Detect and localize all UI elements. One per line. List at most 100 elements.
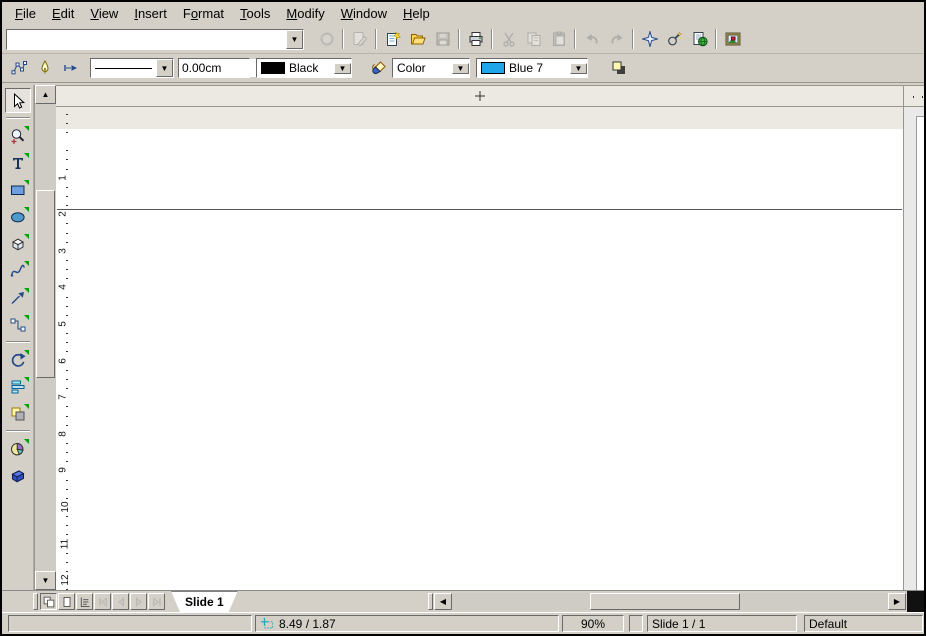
scroll-left-button[interactable]: ◀ [434,593,452,610]
vertical-scroll-track[interactable] [35,104,56,571]
paste-icon [551,31,567,47]
tool-lines-arrows-button[interactable] [5,285,31,310]
app-window: { "menu_bar": { "items": [ {"name":"file… [0,0,926,636]
pen-icon [37,60,53,76]
edit-points-button[interactable] [6,56,31,80]
tool-objects-3d-button[interactable] [5,231,31,256]
status-zoom-field[interactable]: 90% [562,615,624,632]
ruler-origin-icon [473,89,487,103]
save-icon [435,31,451,47]
horizontal-scroll-track[interactable] [452,593,888,610]
shadow-button[interactable] [606,56,631,80]
tool-rotate-button[interactable] [5,347,31,372]
v-ruler-number: 10 [60,501,71,512]
horizontal-scroll-thumb[interactable] [590,593,740,610]
toolbox-separator [6,117,30,119]
slide-title-text[interactable]: Hello, World. [917,477,924,551]
v-ruler-number: 5 [57,321,68,327]
window-resize-corner[interactable] [907,591,924,612]
gallery-button[interactable] [720,27,745,51]
line-width-spinbox[interactable]: ▲ ▼ [178,58,250,78]
new-document-button[interactable] [380,27,405,51]
tool-rectangle-button[interactable] [5,177,31,202]
tool-alignment-button[interactable] [5,374,31,399]
horizontal-scrollbar[interactable]: ◀ ▶ [434,591,906,612]
toolbar-separator [458,29,460,49]
status-message-field [8,615,252,632]
menu-window[interactable]: Window [333,3,395,24]
cursor-position: 8.49 / 1.87 [279,617,336,631]
line-button[interactable] [32,56,57,80]
horizontal-ruler[interactable]: 123456789101112131415161718192021 [904,85,924,107]
area-fill-button[interactable] [366,56,391,80]
object-toolbar: ▼ ▲ ▼ Black ▼ Color ▼ Blue 7 ▼ [2,54,924,83]
nav-first-icon [97,596,109,608]
print-button[interactable] [463,27,488,51]
line-style-dropdown-button[interactable]: ▼ [156,59,173,77]
area-color-dropdown-button[interactable]: ▼ [570,63,587,74]
vertical-scroll-thumb[interactable] [36,190,55,378]
hyperlink-button[interactable] [687,27,712,51]
nav-prev-icon [115,596,127,608]
view-layer-icon [79,596,91,608]
document-globe-icon [692,31,708,47]
drawing-canvas[interactable]: Hello, World. [904,107,924,590]
menu-format[interactable]: Format [175,3,232,24]
open-button[interactable] [405,27,430,51]
vertical-scrollbar[interactable]: ▲ ▼ [34,85,56,590]
view-slide-button[interactable] [40,593,57,610]
scrollbar-splitter[interactable] [428,593,433,610]
vertical-ruler[interactable]: 123456789101112 [56,107,904,590]
shadow-icon [611,60,627,76]
open-folder-icon [410,31,426,47]
load-url-combo[interactable]: ▼ [6,29,304,50]
line-color-dropdown-button[interactable]: ▼ [334,63,351,74]
menu-view[interactable]: View [82,3,126,24]
menu-tools[interactable]: Tools [232,3,278,24]
scroll-up-button[interactable]: ▲ [35,85,56,104]
tool-curve-button[interactable] [5,258,31,283]
view-layer-button[interactable] [76,593,93,610]
submenu-flag [24,180,29,185]
scroll-down-button[interactable]: ▼ [35,571,56,590]
menu-insert[interactable]: Insert [126,3,175,24]
tool-text-button[interactable] [5,150,31,175]
area-style-dropdown-button[interactable]: ▼ [452,63,469,74]
undo-button [579,27,604,51]
load-url-input[interactable] [7,30,286,49]
tool-zoom-button[interactable] [5,123,31,148]
line-color-combo[interactable]: Black ▼ [256,58,352,78]
previous-slide-button [112,593,129,610]
tool-arrange-button[interactable] [5,401,31,426]
ruler-origin-corner[interactable] [56,85,904,107]
tool-effects-3d-button[interactable] [5,463,31,488]
zoom-button[interactable] [662,27,687,51]
menu-modify[interactable]: Modify [278,3,332,24]
toolbar-separator [574,29,576,49]
tool-connector-button[interactable] [5,312,31,337]
paste-button [546,27,571,51]
slide-tab[interactable]: Slide 1 [171,591,238,612]
load-url-dropdown-button[interactable]: ▼ [286,30,303,49]
view-slide-icon [43,596,55,608]
navigator-button[interactable] [637,27,662,51]
arrow-style-button[interactable] [58,56,83,80]
menu-help[interactable]: Help [395,3,438,24]
view-master-button[interactable] [58,593,75,610]
area-style-combo[interactable]: Color ▼ [392,58,470,78]
toolbox-separator [6,341,30,343]
tool-select-button[interactable] [5,88,31,113]
area-color-combo[interactable]: Blue 7 ▼ [476,58,588,78]
menu-edit[interactable]: Edit [44,3,82,24]
tool-ellipse-button[interactable] [5,204,31,229]
tool-insert-button[interactable] [5,436,31,461]
new-document-icon [385,31,401,47]
line-style-combo[interactable]: ▼ [90,58,174,78]
scroll-right-button[interactable]: ▶ [888,593,906,610]
tabbar-splitter[interactable] [33,593,38,610]
menu-file[interactable]: File [7,3,44,24]
v-ruler-number: 3 [57,248,68,254]
status-style-field[interactable]: Default [804,615,923,632]
slide-page[interactable]: Hello, World. [916,116,924,590]
v-ruler-number: 6 [57,358,68,364]
